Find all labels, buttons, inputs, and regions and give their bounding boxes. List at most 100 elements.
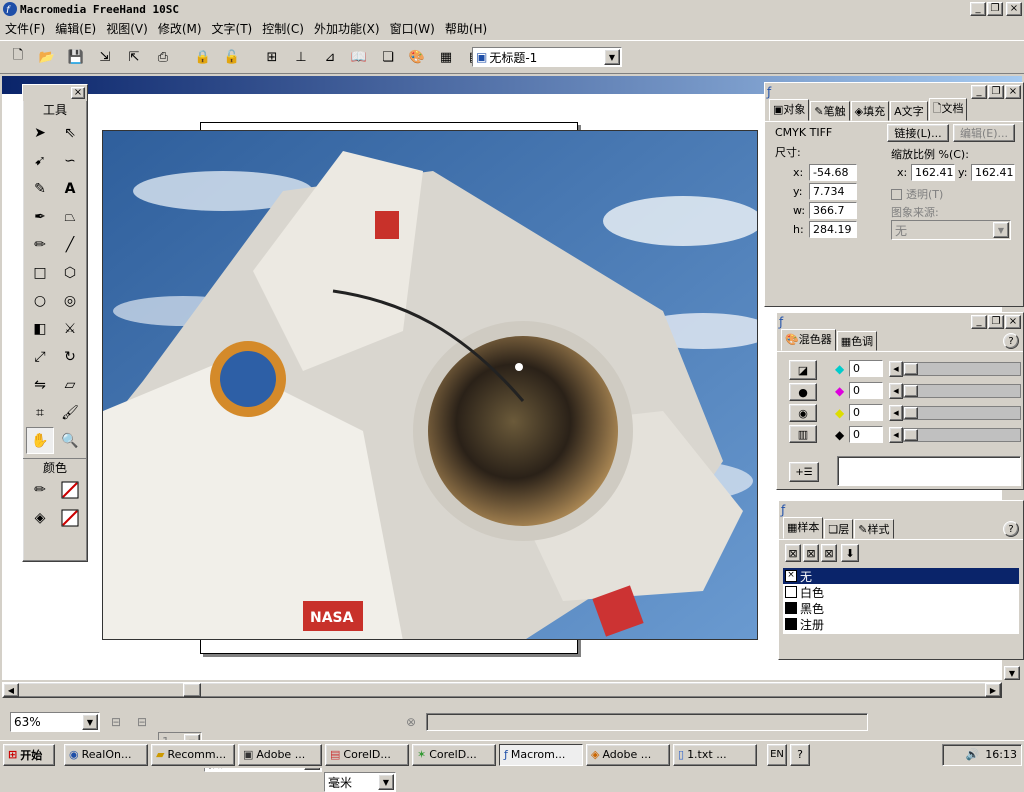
yellow-slider-track[interactable]	[903, 405, 1021, 420]
menu-view[interactable]: 视图(V)	[101, 20, 153, 37]
swatch-item[interactable]: 注册	[783, 616, 1019, 632]
help-icon[interactable]: ?	[790, 743, 810, 766]
knife-tool-icon[interactable]: ⚔	[56, 315, 84, 342]
magenta-slider-track[interactable]	[903, 383, 1021, 398]
line-tool-icon[interactable]: ╱	[56, 231, 84, 258]
table-icon[interactable]: ▦	[434, 45, 458, 69]
tab-styles[interactable]: ✎样式	[854, 519, 894, 539]
fill-swatch[interactable]	[56, 504, 84, 531]
start-button[interactable]: ⊞ 开始	[3, 743, 55, 766]
trace-tool-icon[interactable]: ⌗	[26, 399, 54, 426]
tab-object[interactable]: ▣对象	[769, 99, 810, 121]
tab-tints[interactable]: ▦色调	[836, 331, 878, 351]
scroll-down-icon[interactable]: ▼	[1004, 666, 1020, 680]
transform-icon[interactable]: ⊿	[318, 45, 342, 69]
astronaut-image[interactable]: NASA	[102, 130, 758, 640]
link-button[interactable]: 链接(L)...	[887, 124, 949, 142]
eyedropper-tool-icon[interactable]: ✎	[26, 175, 54, 202]
pen-tool-icon[interactable]: ✒	[26, 203, 54, 230]
menu-help[interactable]: 帮助(H)	[440, 20, 492, 37]
pointer-tool-icon[interactable]: ➤	[26, 119, 54, 146]
print-icon[interactable]: ⎙	[151, 45, 175, 69]
cmyk-mode-icon[interactable]: ◪	[789, 360, 817, 380]
new-document-icon[interactable]: 🗋	[6, 45, 30, 69]
tab-fill[interactable]: ◈填充	[850, 101, 890, 121]
object-panel-close[interactable]: ×	[1005, 85, 1021, 99]
hand-tool-icon[interactable]: ✋	[26, 427, 54, 454]
color-icon[interactable]: 🎨	[405, 45, 429, 69]
system-color-icon[interactable]: ▥	[789, 425, 817, 443]
tab-layers[interactable]: ❏层	[824, 519, 854, 539]
text-tool-icon[interactable]: A	[56, 175, 84, 202]
chevron-down-icon[interactable]: ▼	[378, 774, 394, 790]
restore-button[interactable]: ❐	[987, 2, 1003, 16]
transparent-checkbox[interactable]: 透明(T)	[891, 186, 943, 202]
pencil-tool-icon[interactable]: ✏	[26, 231, 54, 258]
ellipse-tool-icon[interactable]: ○	[26, 287, 54, 314]
cyan-slider-left[interactable]: ◀	[889, 360, 903, 377]
reflect-tool-icon[interactable]: ⇋	[26, 371, 54, 398]
help-icon[interactable]: ?	[1003, 521, 1019, 537]
tab-stroke[interactable]: ✎笔触	[810, 101, 850, 121]
cancel-render-icon[interactable]: ⊗	[402, 713, 420, 731]
black-slider-left[interactable]: ◀	[889, 426, 903, 443]
scroll-left-icon[interactable]: ◀	[3, 683, 19, 697]
task-button[interactable]: ▤ CorelD...	[325, 743, 409, 766]
freeform-tool-icon[interactable]: ∽	[56, 147, 84, 174]
task-button[interactable]: ✶ CorelD...	[412, 743, 496, 766]
yellow-slider-left[interactable]: ◀	[889, 404, 903, 421]
scroll-right-icon[interactable]: ▶	[985, 683, 1001, 697]
layers-icon[interactable]: ❏	[376, 45, 400, 69]
fill-color-icon[interactable]: ◈	[26, 504, 54, 531]
bezigon-tool-icon[interactable]: ⏢	[56, 203, 84, 230]
edit-button[interactable]: 编辑(E)...	[953, 124, 1015, 142]
object-panel-restore[interactable]: ❐	[988, 85, 1004, 99]
swatch-item[interactable]: × 无	[783, 568, 1019, 584]
h-field[interactable]: 284.19	[809, 221, 857, 238]
lock-icon[interactable]: 🔒	[191, 45, 215, 69]
task-button[interactable]: ▰ Recomm...	[151, 743, 235, 766]
w-field[interactable]: 366.7	[809, 202, 857, 219]
help-icon[interactable]: ?	[1003, 333, 1019, 349]
task-button[interactable]: ƒ Macrom...	[499, 743, 583, 766]
subselect-tool-icon[interactable]: ⇖	[56, 119, 84, 146]
swatch-item[interactable]: 黑色	[783, 600, 1019, 616]
scale-tool-icon[interactable]: ⤢	[26, 343, 54, 370]
menu-modify[interactable]: 修改(M)	[153, 20, 207, 37]
brush-tool-icon[interactable]: 🖌	[56, 399, 84, 426]
document-select[interactable]: ▣ 无标题-1 ▼	[472, 47, 622, 67]
polygon-tool-icon[interactable]: ⬡	[56, 259, 84, 286]
align-icon[interactable]: ⊥	[289, 45, 313, 69]
y-field[interactable]: 7.734	[809, 183, 857, 200]
task-button[interactable]: ◈ Adobe ...	[586, 743, 670, 766]
language-indicator[interactable]: EN	[767, 743, 787, 766]
lasso-tool-icon[interactable]: ➹	[26, 147, 54, 174]
x-field[interactable]: -54.68	[809, 164, 857, 181]
menu-window[interactable]: 窗口(W)	[385, 20, 440, 37]
swatch-item[interactable]: 白色	[783, 584, 1019, 600]
yellow-field[interactable]: 0	[849, 404, 883, 421]
magenta-field[interactable]: 0	[849, 382, 883, 399]
scale-x-field[interactable]: 162.41	[911, 164, 955, 181]
task-button[interactable]: ▣ Adobe ...	[238, 743, 322, 766]
cyan-slider-track[interactable]	[903, 361, 1021, 376]
mirror-tool-icon[interactable]: ◧	[26, 315, 54, 342]
mixer-panel-restore[interactable]: ❐	[988, 315, 1004, 329]
hls-mode-icon[interactable]: ◉	[789, 404, 817, 422]
tab-swatches[interactable]: ▦样本	[783, 517, 824, 539]
minimize-button[interactable]: _	[970, 2, 986, 16]
zoom-tool-icon[interactable]: 🔍	[56, 427, 84, 454]
rectangle-tool-icon[interactable]: □	[26, 259, 54, 286]
scale-y-field[interactable]: 162.41	[971, 164, 1015, 181]
stroke-swatch[interactable]	[56, 476, 84, 503]
menu-control[interactable]: 控制(C)	[257, 20, 309, 37]
none-fill-icon[interactable]: ⊠	[785, 544, 801, 562]
library-icon[interactable]: 📖	[347, 45, 371, 69]
volume-icon[interactable]: 🔊	[966, 748, 980, 761]
options-arrow-icon[interactable]: ⬇	[841, 544, 859, 562]
chevron-down-icon[interactable]: ▼	[82, 714, 98, 730]
black-slider-track[interactable]	[903, 427, 1021, 442]
save-icon[interactable]: 💾	[64, 45, 88, 69]
tab-mixer[interactable]: 🎨混色器	[781, 329, 836, 351]
close-button[interactable]: ×	[1006, 2, 1022, 16]
